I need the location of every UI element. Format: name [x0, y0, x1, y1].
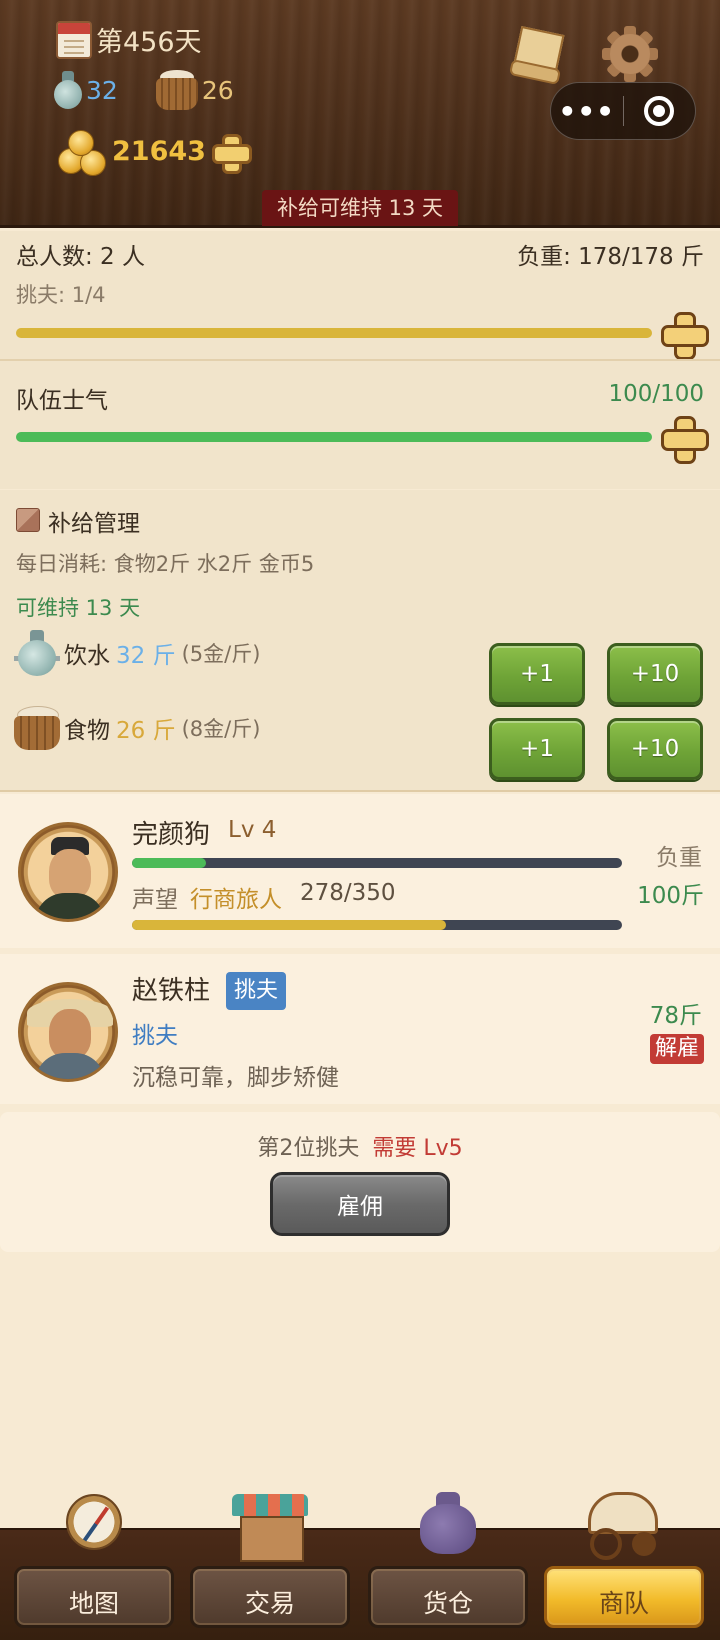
food-row: 食物 26 斤 (8金/斤) [14, 706, 260, 750]
divider [0, 359, 720, 361]
buy-water-1-button[interactable]: +1 [489, 643, 585, 705]
water-row: 饮水 32 斤 (5金/斤) [14, 630, 260, 676]
reputation-label: 声望 [132, 887, 178, 913]
daily-consumption: 每日消耗: 食物2斤 水2斤 金币5 [16, 552, 315, 576]
bottom-navigation: 地图 交易 货仓 商队 [0, 1492, 720, 1640]
more-options-button[interactable]: ••• [551, 82, 623, 140]
morale-label: 队伍士气 [16, 388, 108, 414]
miniprogram-capsule: ••• [550, 82, 696, 140]
buy-food-1-button[interactable]: +1 [489, 718, 585, 780]
fire-porter-button[interactable]: 解雇 [649, 1034, 704, 1064]
food-price: (8金/斤) [181, 717, 261, 741]
top-status-bar: 第456天 32 26 21643 ••• 补给可维持 13 天 [0, 0, 720, 228]
leader-xp-bar [132, 858, 622, 868]
team-info-panel: 总人数: 2 人 负重: 178/178 斤 挑夫: 1/4 队伍士气 100/… [0, 231, 720, 489]
porter-role: 挑夫 [132, 1023, 178, 1049]
target-icon [644, 96, 675, 126]
cargo-bag-icon [418, 1492, 478, 1554]
leader-xp-fill [132, 858, 206, 868]
hire-button[interactable]: 雇佣 [270, 1172, 450, 1236]
supply-days-banner: 补给可维持 13 天 [262, 190, 458, 226]
grain-basket-icon [14, 706, 60, 750]
total-people-label: 总人数: 2 人 [16, 244, 146, 270]
nav-trade-label: 交易 [244, 1589, 295, 1618]
hire-level-requirement: 需要 Lv5 [372, 1136, 463, 1161]
leader-card[interactable]: 完颜狗 Lv 4 声望 行商旅人 278/350 负重 100斤 [0, 794, 720, 948]
water-jar-icon [54, 71, 82, 109]
add-porter-plus-icon[interactable] [660, 311, 709, 360]
compass-icon [66, 1494, 122, 1550]
add-gold-plus-icon[interactable] [210, 132, 252, 174]
load-label: 负重: 178/178 斤 [517, 244, 704, 270]
morale-bar-fill [16, 432, 652, 442]
food-name: 食物 [64, 718, 110, 744]
hire-porter-card: 第2位挑夫 需要 Lv5 雇佣 [0, 1112, 720, 1252]
nav-map-label: 地图 [68, 1589, 119, 1618]
water-jar-icon [14, 630, 60, 676]
porters-bar-fill [16, 328, 652, 338]
porter-load: 78斤 [649, 1003, 702, 1029]
leader-level: Lv 4 [228, 817, 277, 843]
supply-lasts: 可维持 13 天 [16, 596, 141, 620]
leader-name: 完颜狗 [132, 820, 211, 850]
shop-stall-icon [232, 1494, 308, 1562]
gold-coins-icon [56, 126, 110, 176]
scroll-icon[interactable] [508, 24, 564, 80]
nav-warehouse-button[interactable]: 货仓 [368, 1566, 528, 1628]
reputation-bar [132, 920, 622, 930]
leader-load-value: 100斤 [637, 883, 704, 909]
resource-counters: 32 26 [54, 70, 234, 110]
grain-basket-icon [155, 70, 198, 110]
reputation-title: 行商旅人 [190, 887, 282, 913]
gear-icon[interactable] [598, 22, 662, 86]
food-amount: 26 斤 [116, 718, 176, 744]
porter-name: 赵铁柱 [132, 976, 211, 1006]
water-amount: 32 斤 [116, 643, 176, 669]
supply-management-panel: 补给管理 每日消耗: 食物2斤 水2斤 金币5 可维持 13 天 饮水 32 斤… [0, 490, 720, 792]
package-icon [16, 508, 40, 532]
gold-counter: 21643 [56, 126, 252, 176]
nav-trade-button[interactable]: 交易 [190, 1566, 350, 1628]
hire-requirement: 第2位挑夫 需要 Lv5 [0, 1130, 720, 1162]
hire-slot-text: 第2位挑夫 [257, 1136, 360, 1161]
morale-bar [16, 432, 652, 442]
close-miniprogram-button[interactable] [624, 82, 696, 140]
morale-value: 100/100 [608, 381, 704, 407]
porters-bar [16, 328, 652, 338]
nav-caravan-label: 商队 [598, 1589, 649, 1618]
day-label: 第456天 [96, 27, 202, 58]
porter-role-badge: 挑夫 [226, 972, 287, 1010]
nav-map-button[interactable]: 地图 [14, 1566, 174, 1628]
water-price: (5金/斤) [181, 642, 261, 666]
buy-water-10-button[interactable]: +10 [607, 643, 703, 705]
porters-label: 挑夫: 1/4 [16, 283, 106, 307]
calendar-icon [56, 20, 92, 59]
porter-card[interactable]: 赵铁柱 挑夫 挑夫 沉稳可靠，脚步矫健 78斤 解雇 [0, 954, 720, 1104]
water-name: 饮水 [64, 643, 110, 669]
buy-food-10-button[interactable]: +10 [607, 718, 703, 780]
covered-wagon-icon [584, 1492, 664, 1560]
leader-avatar [18, 822, 118, 922]
reputation-value: 278/350 [300, 880, 396, 906]
gold-amount: 21643 [112, 135, 206, 167]
reputation-bar-fill [132, 920, 446, 930]
porter-avatar [18, 982, 118, 1082]
nav-warehouse-label: 货仓 [422, 1589, 473, 1618]
add-morale-plus-icon[interactable] [660, 415, 709, 464]
water-count: 32 [86, 75, 118, 105]
food-count: 26 [201, 75, 234, 105]
porter-description: 沉稳可靠，脚步矫健 [132, 1065, 339, 1091]
leader-load-label: 负重 [656, 845, 702, 871]
nav-caravan-button[interactable]: 商队 [544, 1566, 704, 1628]
supply-title: 补给管理 [48, 511, 140, 537]
day-counter: 第456天 [56, 20, 202, 59]
